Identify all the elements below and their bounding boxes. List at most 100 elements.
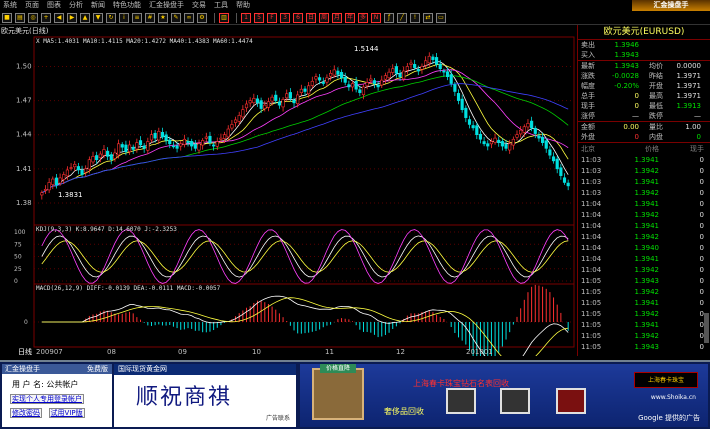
ad-thumbnail[interactable] bbox=[556, 388, 586, 414]
candle-body bbox=[120, 144, 124, 148]
toolbar-period-15m-icon[interactable]: F bbox=[267, 12, 277, 23]
menu-news[interactable]: 新闻 bbox=[88, 0, 110, 11]
candle-body bbox=[424, 60, 428, 66]
toolbar-period-month-icon[interactable]: 月 bbox=[332, 12, 342, 23]
candle-body bbox=[442, 70, 446, 73]
ad-logo: 上海春卡珠宝 bbox=[634, 372, 698, 388]
kdj-d-line bbox=[41, 240, 569, 273]
tick-time: 11:04 bbox=[581, 210, 602, 219]
candle-body bbox=[387, 71, 391, 79]
quote-label: 内盘 bbox=[649, 133, 663, 141]
toolbar-list-icon[interactable]: ≡ bbox=[132, 12, 142, 23]
quote-value: 0 bbox=[634, 102, 639, 110]
tick-header-time: 北京 bbox=[581, 144, 595, 153]
candle-body bbox=[562, 177, 567, 183]
menu-tools[interactable]: 工具 bbox=[211, 0, 233, 11]
candle-body bbox=[394, 66, 398, 74]
toolbar-kline-icon[interactable]: ▥ bbox=[219, 12, 229, 23]
tick-row: 11:04 1.3942 0 bbox=[578, 209, 710, 220]
quote-value: -0.20% bbox=[614, 82, 639, 90]
toolbar-alert-icon[interactable]: ! bbox=[410, 12, 420, 23]
tick-row: 11:04 1.3941 0 bbox=[578, 198, 710, 209]
toolbar-window-icon[interactable]: ▭ bbox=[436, 12, 446, 23]
tick-row: 11:04 1.3941 0 bbox=[578, 253, 710, 264]
toolbar-period-30m-icon[interactable]: 3 bbox=[280, 12, 290, 23]
toolbar-period-60m-icon[interactable]: 6 bbox=[293, 12, 303, 23]
tick-price: 1.3941 bbox=[634, 254, 660, 263]
tick-time: 11:05 bbox=[581, 298, 602, 307]
toolbar-up-icon[interactable]: ▲ bbox=[80, 12, 90, 23]
menu-features[interactable]: 特色功能 bbox=[110, 0, 146, 11]
toolbar-note-icon[interactable]: ✎ bbox=[171, 12, 181, 23]
ma-lines bbox=[41, 61, 569, 194]
tick-row: 11:04 1.3941 0 bbox=[578, 220, 710, 231]
candle-body bbox=[537, 135, 541, 139]
tick-time: 11:05 bbox=[581, 331, 602, 340]
toolbar-open-icon[interactable]: ■ bbox=[2, 12, 12, 23]
register-link[interactable]: 实现个人专用登录帐户 bbox=[10, 394, 84, 404]
quote-label: 总手 bbox=[581, 92, 595, 100]
menu-help[interactable]: 帮助 bbox=[233, 0, 255, 11]
chart-svg[interactable]: 1.50 1.47 1.44 1.41 1.38 100 75 50 25 0 0 X MA5:1.… bbox=[0, 34, 577, 356]
menu-trade[interactable]: 交易 bbox=[189, 0, 211, 11]
ad-banner-right[interactable]: 价格直降 上海春卡珠宝钻石名表回收 奢侈品回收 上海春卡珠宝 www.Shoik… bbox=[300, 364, 708, 427]
candle-body bbox=[266, 101, 271, 108]
candle-body bbox=[519, 129, 523, 135]
menu-trader[interactable]: 汇金操盘手 bbox=[146, 0, 189, 11]
toolbar-right-icon[interactable]: ▶ bbox=[67, 12, 77, 23]
tick-list[interactable]: 11:03 1.3941 0 11:03 1.3942 0 11:03 1.3941 0 11:0… bbox=[578, 154, 710, 352]
toolbar-zoom-icon[interactable]: ◎ bbox=[28, 12, 38, 23]
tick-scrollbar[interactable] bbox=[704, 313, 709, 343]
menu-analysis[interactable]: 分析 bbox=[66, 0, 88, 11]
y-tick-label: 1.41 bbox=[16, 165, 32, 173]
chart-area[interactable]: 1.50 1.47 1.44 1.41 1.38 100 75 50 25 0 0 X MA5:1.… bbox=[0, 34, 577, 356]
toolbar-print-icon[interactable]: ▤ bbox=[15, 12, 25, 23]
toolbar-info-icon[interactable]: i bbox=[119, 12, 129, 23]
toolbar-period-day-icon[interactable]: 日 bbox=[306, 12, 316, 23]
toolbar-link-icon[interactable]: ∞ bbox=[184, 12, 194, 23]
candle-body bbox=[456, 93, 461, 101]
menu-chart[interactable]: 图表 bbox=[44, 0, 66, 11]
login-title: 汇金操盘手 bbox=[5, 365, 40, 373]
candle-body bbox=[435, 57, 439, 65]
candle-body bbox=[292, 99, 296, 104]
ad-banner-center[interactable]: 国际现货黄金网 顺祝商祺 广告联系 bbox=[114, 364, 296, 427]
toolbar-period-1m-icon[interactable]: 1 bbox=[241, 12, 251, 23]
toolbar-grid-icon[interactable]: # bbox=[145, 12, 155, 23]
ad-thumbnail[interactable] bbox=[446, 388, 476, 414]
toolbar-refresh-icon[interactable]: ↻ bbox=[106, 12, 116, 23]
candle-body bbox=[467, 119, 472, 125]
toolbar-left-icon[interactable]: ◀ bbox=[54, 12, 64, 23]
ad-contact-link[interactable]: 广告联系 bbox=[266, 413, 290, 422]
menu-system[interactable]: 系统 bbox=[0, 0, 22, 11]
ad-thumbnail[interactable] bbox=[500, 388, 530, 414]
menu-page[interactable]: 页面 bbox=[22, 0, 44, 11]
toolbar-star-icon[interactable]: ★ bbox=[158, 12, 168, 23]
toolbar-period-week-icon[interactable]: 周 bbox=[319, 12, 329, 23]
candle-body bbox=[310, 80, 314, 86]
toolbar-period-custom-icon[interactable]: N bbox=[371, 12, 381, 23]
quote-label: 昨结 bbox=[649, 72, 663, 80]
toolbar-period-multi-icon[interactable]: 多 bbox=[358, 12, 368, 23]
toolbar-compare-icon[interactable]: ⇄ bbox=[423, 12, 433, 23]
try-vip-link[interactable]: 试用VIP版 bbox=[48, 408, 85, 418]
toolbar-period-year-icon[interactable]: 年 bbox=[345, 12, 355, 23]
toolbar-down-icon[interactable]: ▼ bbox=[93, 12, 103, 23]
toolbar-settings-icon[interactable]: ⚙ bbox=[197, 12, 207, 23]
toolbar-separator bbox=[236, 12, 237, 23]
x-label: 200907 bbox=[36, 348, 63, 356]
candle-body bbox=[343, 76, 347, 83]
candle-body bbox=[248, 100, 252, 104]
candle-body bbox=[376, 84, 380, 88]
candle-body bbox=[464, 107, 468, 118]
candle-body bbox=[566, 182, 570, 187]
toolbar-indicator-icon[interactable]: ƒ bbox=[384, 12, 394, 23]
quote-label: 量比 bbox=[649, 123, 663, 131]
x-label: 10 bbox=[252, 348, 261, 356]
change-password-link[interactable]: 修改密码 bbox=[10, 408, 42, 418]
login-box: 汇金操盘手 免费版 用 户 名: 公共帐户 实现个人专用登录帐户 修改密码 试用… bbox=[2, 364, 112, 427]
toolbar-crosshair-icon[interactable]: + bbox=[41, 12, 51, 23]
quote-label: 最低 bbox=[649, 102, 663, 110]
toolbar-draw-icon[interactable]: ╱ bbox=[397, 12, 407, 23]
toolbar-period-5m-icon[interactable]: 5 bbox=[254, 12, 264, 23]
